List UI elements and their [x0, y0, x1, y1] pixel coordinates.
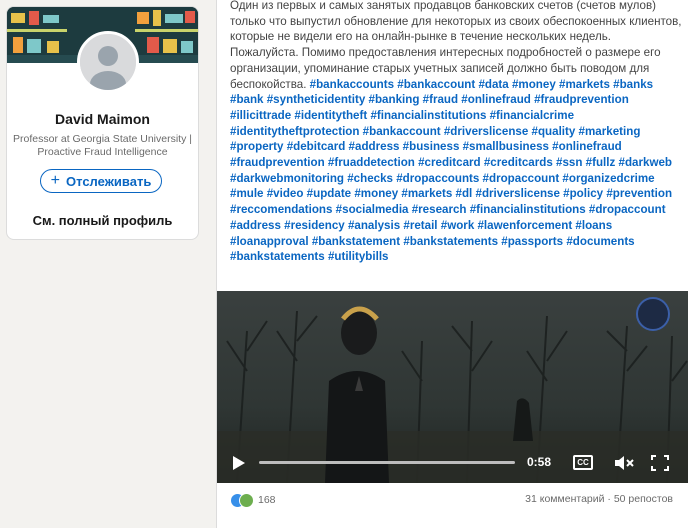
reactions-summary[interactable]: 168 [230, 493, 276, 508]
social-counts: 168 31 комментарий · 50 репостов [217, 490, 688, 510]
video-player[interactable]: 0:58 CC [217, 291, 688, 483]
profile-card: David Maimon Professor at Georgia State … [6, 6, 199, 240]
comments-count[interactable]: 31 комментарий [525, 493, 604, 505]
captions-button[interactable]: CC [573, 455, 593, 470]
plus-icon: + [50, 172, 61, 189]
celebrate-reaction-icon [239, 493, 254, 508]
avatar[interactable] [77, 31, 139, 93]
engagement-counts: 31 комментарий · 50 репостов [525, 493, 673, 505]
view-full-profile-link[interactable]: См. полный профиль [7, 213, 198, 228]
profile-name[interactable]: David Maimon [7, 111, 198, 127]
reposts-count[interactable]: 50 репостов [614, 493, 673, 505]
channel-avatar-icon [636, 297, 670, 331]
video-controls: 0:58 CC [217, 443, 688, 483]
reaction-icons [230, 493, 254, 508]
profile-headline: Professor at Georgia State University | … [13, 133, 192, 158]
post-hashtags[interactable]: #bankaccounts #bankaccount #data #money … [230, 78, 672, 264]
play-icon[interactable] [229, 454, 247, 472]
mute-icon[interactable] [613, 454, 635, 472]
video-progress-bar[interactable] [259, 461, 515, 464]
fullscreen-icon[interactable] [651, 455, 669, 471]
video-time: 0:58 [527, 455, 552, 469]
post-text: Один из первых и самых занятых продавцов… [230, 0, 682, 265]
follow-button[interactable]: + Отслеживать [40, 169, 162, 193]
follow-label: Отслеживать [66, 173, 152, 189]
separator: · [604, 493, 614, 505]
post-card: Один из первых и самых занятых продавцов… [216, 0, 688, 528]
reaction-count: 168 [258, 494, 276, 506]
